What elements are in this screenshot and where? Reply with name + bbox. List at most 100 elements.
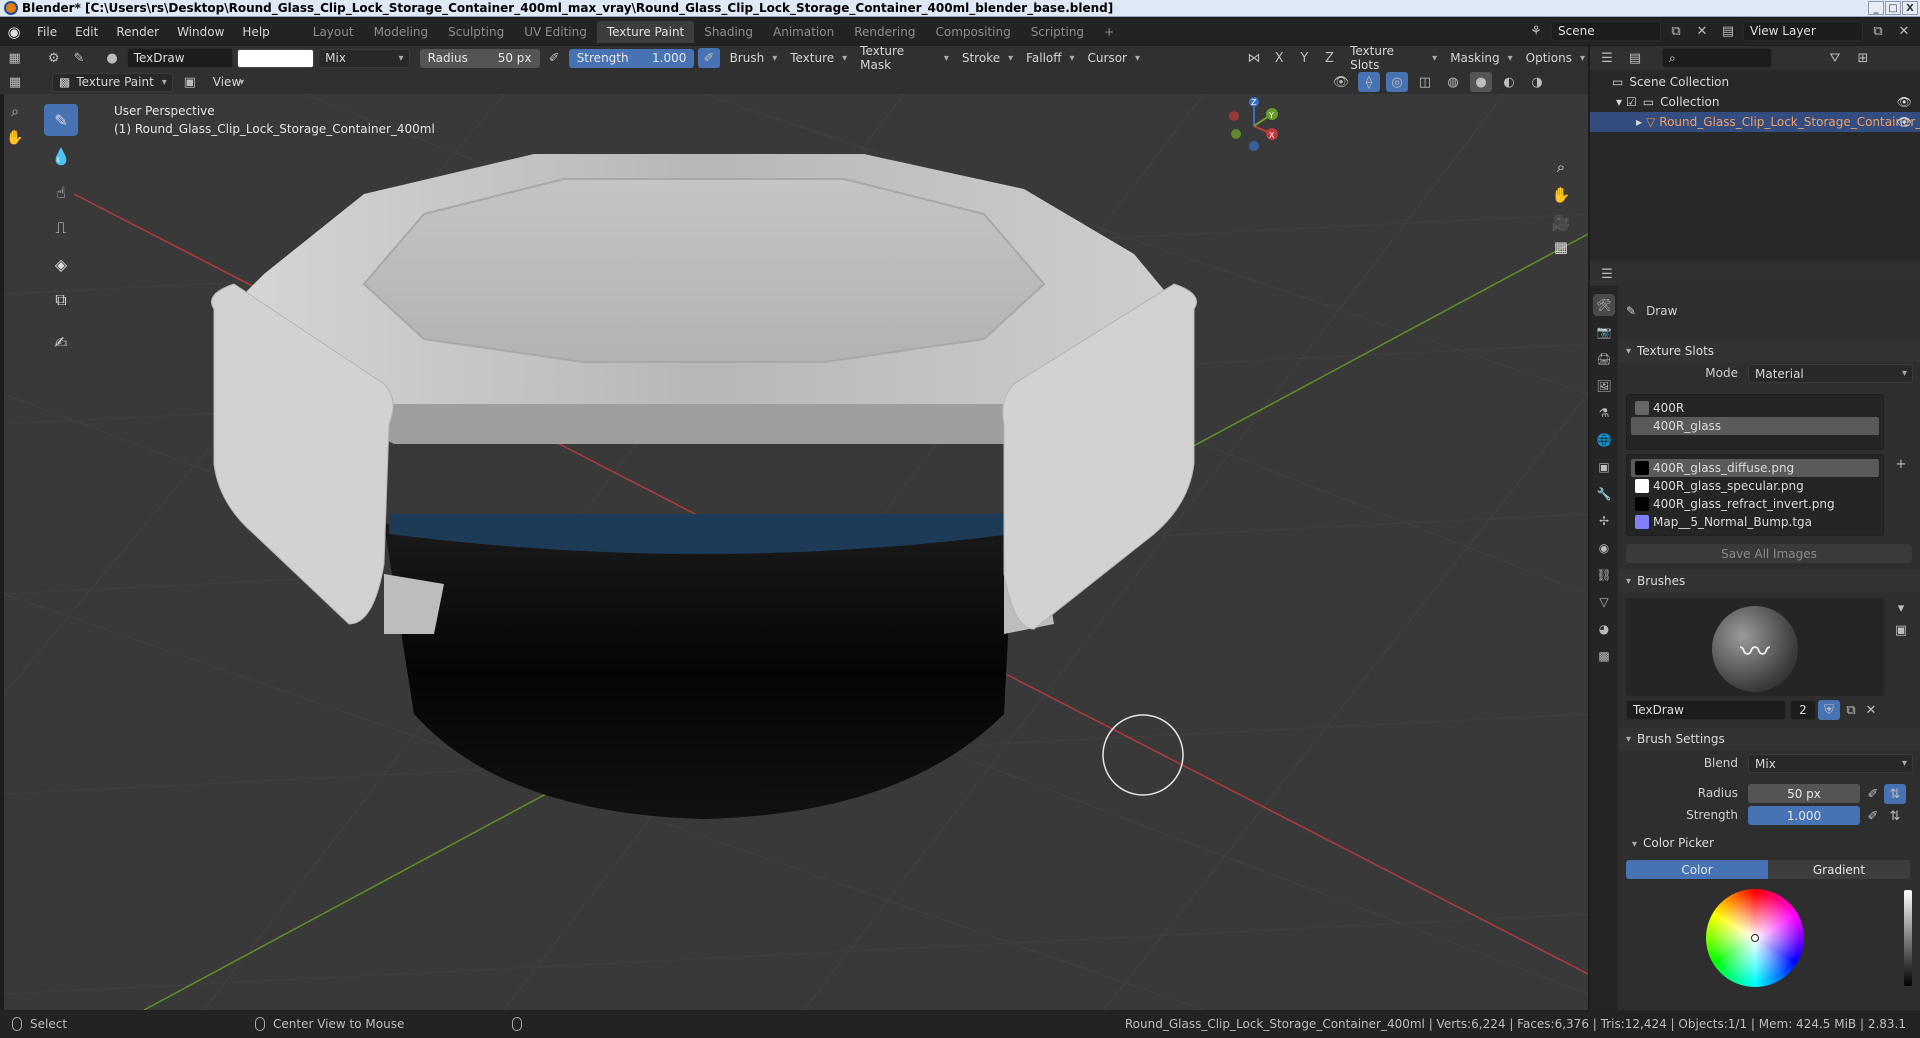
brush-list-arrow-icon[interactable]: ▾ <box>1890 598 1912 618</box>
paint-mask-icon[interactable]: ▣ <box>179 72 201 92</box>
strength-pressure-icon[interactable]: ✐ <box>698 48 720 68</box>
xray-icon[interactable]: ◫ <box>1414 72 1436 92</box>
texture-slots-menu[interactable]: Texture Slots <box>1344 44 1440 72</box>
draw-tool-icon[interactable]: ✎ <box>44 104 78 136</box>
blender-menu-icon[interactable]: ◉ <box>0 23 28 41</box>
overlay-icon[interactable]: ◎ <box>1386 72 1408 92</box>
menu-render[interactable]: Render <box>107 25 168 39</box>
visibility-eye-icon[interactable]: 👁 <box>1897 95 1912 109</box>
search-icon[interactable]: ⌕ <box>11 104 19 120</box>
hand-icon[interactable]: ✋ <box>6 130 23 146</box>
render-properties-tab[interactable]: 📷 <box>1593 321 1615 343</box>
display-mode-icon[interactable]: ▤ <box>1624 48 1646 68</box>
fill-tool-icon[interactable]: ◈ <box>44 248 78 280</box>
mirror-x-toggle[interactable]: X <box>1269 48 1290 68</box>
color-tab[interactable]: Color <box>1626 860 1768 879</box>
brush-name-field[interactable]: TexDraw <box>126 48 234 68</box>
falloff-menu[interactable]: Falloff <box>1020 49 1077 68</box>
visibility-icon[interactable]: 👁 <box>1330 72 1352 92</box>
navigation-gizmo[interactable]: X Y Z <box>1229 97 1278 151</box>
brush-image-icon[interactable]: ▣ <box>1890 620 1912 640</box>
constraints-tab[interactable]: ⛓ <box>1593 564 1615 586</box>
tab-modeling[interactable]: Modeling <box>364 21 439 43</box>
menu-file[interactable]: File <box>28 25 66 39</box>
outliner-editor-icon[interactable]: ☰ <box>1596 48 1618 68</box>
tab-uv-editing[interactable]: UV Editing <box>514 21 597 43</box>
data-tab[interactable]: ▽ <box>1593 591 1615 613</box>
strength-pressure-toggle-icon[interactable]: ✐ <box>1862 806 1884 826</box>
expand-arrow-icon[interactable]: ▸ <box>1636 115 1642 129</box>
symmetry-icon[interactable]: ⋈ <box>1243 48 1264 68</box>
add-texture-slot-button[interactable]: + <box>1890 454 1912 474</box>
brush-icon[interactable]: ✎ <box>68 48 89 68</box>
tab-texture-paint[interactable]: Texture Paint <box>596 20 695 43</box>
unlink-brush-icon[interactable]: ✕ <box>1860 700 1882 720</box>
view-layer-close-icon[interactable]: ✕ <box>1893 21 1915 41</box>
strength-unit-toggle-icon[interactable]: ⇅ <box>1884 806 1906 826</box>
add-workspace-button[interactable]: + <box>1094 21 1124 43</box>
new-collection-icon[interactable]: ⊞ <box>1852 48 1874 68</box>
clone-tool-icon[interactable]: ⎍ <box>44 212 78 244</box>
masking-menu[interactable]: Masking <box>1444 49 1515 68</box>
scene-close-icon[interactable]: ✕ <box>1691 21 1713 41</box>
rendered-shading-icon[interactable]: ◑ <box>1526 72 1548 92</box>
view-layer-icon[interactable]: ▤ <box>1717 21 1739 41</box>
tab-animation[interactable]: Animation <box>763 21 844 43</box>
brush-users-count[interactable]: 2 <box>1790 700 1816 720</box>
material-row-selected[interactable]: 400R_glass <box>1631 417 1879 435</box>
perspective-grid-icon[interactable]: ▦ <box>1548 234 1574 260</box>
image-slot-row[interactable]: Map__5_Normal_Bump.tga <box>1631 513 1879 531</box>
filter-icon[interactable]: ⛛ <box>1824 48 1846 68</box>
brush-preview-box[interactable]: 〰 <box>1626 598 1884 696</box>
gradient-tab[interactable]: Gradient <box>1768 860 1910 879</box>
tool-settings-icon[interactable]: ⚙ <box>43 48 64 68</box>
brush-menu[interactable]: Brush <box>724 49 781 68</box>
mask-tool-icon[interactable]: ⧉ <box>44 284 78 316</box>
strength-slider[interactable]: Strength 1.000 <box>568 48 695 68</box>
modifiers-tab[interactable]: 🔧 <box>1593 483 1615 505</box>
scene-tab[interactable]: ⚗ <box>1593 402 1615 424</box>
stroke-menu[interactable]: Stroke <box>956 49 1016 68</box>
material-tab[interactable]: ◕ <box>1593 618 1615 640</box>
brush-color-swatch[interactable] <box>237 48 315 68</box>
tab-scripting[interactable]: Scripting <box>1021 21 1094 43</box>
tab-compositing[interactable]: Compositing <box>925 21 1020 43</box>
tab-shading[interactable]: Shading <box>694 21 763 43</box>
tab-sculpting[interactable]: Sculpting <box>438 21 514 43</box>
blend-mode-dropdown[interactable]: Mix <box>318 48 410 68</box>
tab-rendering[interactable]: Rendering <box>844 21 925 43</box>
brush-settings-panel-title[interactable]: Brush Settings <box>1618 728 1920 750</box>
options-menu[interactable]: Options <box>1520 49 1588 68</box>
scene-copy-icon[interactable]: ⧉ <box>1665 21 1687 41</box>
material-row[interactable]: 400R <box>1631 399 1879 417</box>
checkbox-icon[interactable]: ☑ <box>1626 95 1637 109</box>
view-layer-copy-icon[interactable]: ⧉ <box>1867 21 1889 41</box>
brushes-panel-title[interactable]: Brushes <box>1618 570 1920 592</box>
color-wheel-cursor[interactable] <box>1751 934 1759 942</box>
duplicate-brush-icon[interactable]: ⧉ <box>1840 700 1862 720</box>
brush-name-field[interactable]: TexDraw <box>1626 700 1786 720</box>
physics-tab[interactable]: ◉ <box>1593 537 1615 559</box>
view-layer-field[interactable]: View Layer <box>1743 21 1863 41</box>
gizmo-icon[interactable]: ⟠ <box>1358 72 1380 92</box>
radius-field[interactable]: 50 px <box>1748 784 1860 803</box>
texture-mask-menu[interactable]: Texture Mask <box>854 44 952 72</box>
soften-tool-icon[interactable]: 💧 <box>44 140 78 172</box>
radius-pressure-toggle-icon[interactable]: ✐ <box>1862 784 1884 804</box>
outliner-row-scene-collection[interactable]: ▭ Scene Collection <box>1590 72 1920 92</box>
menu-window[interactable]: Window <box>168 25 233 39</box>
image-slot-row[interactable]: 400R_glass_specular.png <box>1631 477 1879 495</box>
editor-type-icon[interactable]: ▦ <box>4 48 25 68</box>
texture-menu[interactable]: Texture <box>784 49 850 68</box>
pan-hand-icon[interactable]: ✋ <box>1548 182 1574 208</box>
close-button[interactable]: X <box>1902 1 1918 15</box>
camera-icon[interactable]: 🎥 <box>1548 210 1574 236</box>
blend-dropdown[interactable]: Mix <box>1748 754 1913 773</box>
outliner-row-object[interactable]: ▸ ▽ Round_Glass_Clip_Lock_Storage_Contai… <box>1590 112 1920 132</box>
viewport-editor-icon[interactable]: ▦ <box>4 72 26 92</box>
outliner-search-input[interactable]: ⌕ <box>1662 48 1772 68</box>
cursor-menu[interactable]: Cursor <box>1082 49 1143 68</box>
view-menu[interactable]: View <box>207 73 247 92</box>
mode-dropdown[interactable]: ▩ Texture Paint <box>52 72 173 92</box>
strength-field[interactable]: 1.000 <box>1748 806 1860 825</box>
